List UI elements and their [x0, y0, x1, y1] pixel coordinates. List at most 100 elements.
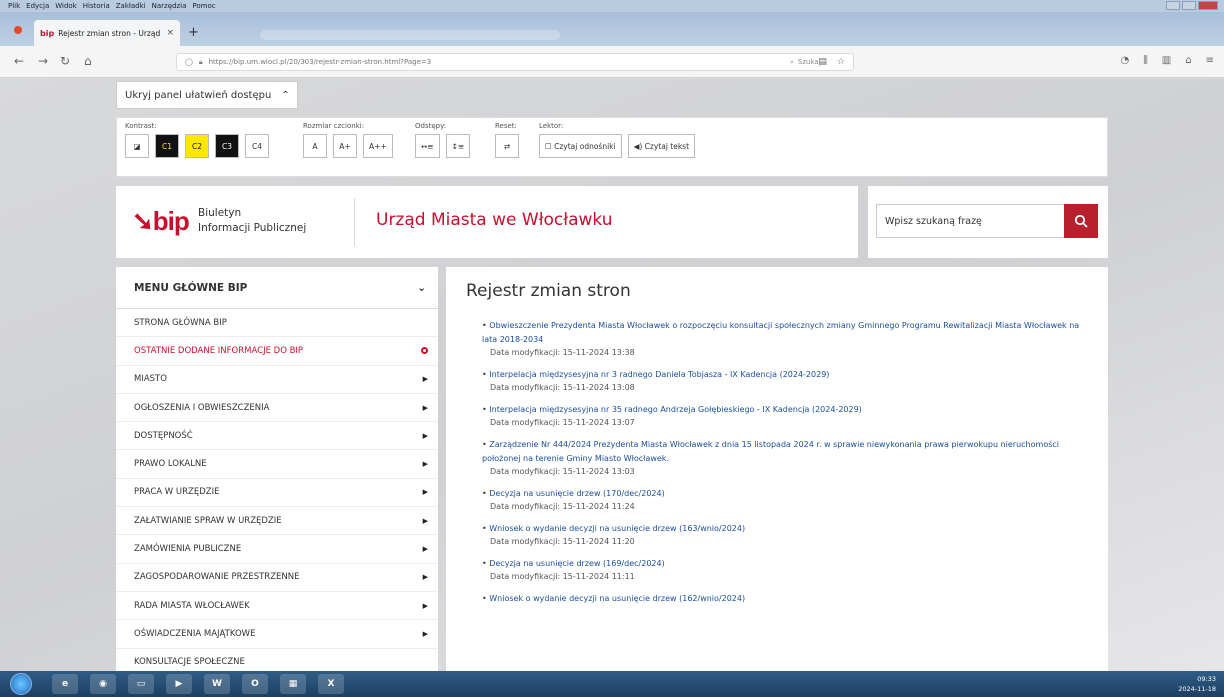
menu-item[interactable]: STRONA GŁÓWNA BIP [116, 309, 438, 338]
browser-menu-item[interactable]: Plik [8, 2, 20, 10]
speaker-icon: ◀) [633, 141, 645, 151]
menu-item-label: KONSULTACJE SPOŁECZNE [134, 657, 245, 668]
menu-item[interactable]: MIASTO ▶ [116, 366, 438, 394]
contrast-c2-button[interactable]: C2 [185, 134, 209, 158]
font-a-button[interactable]: A [303, 134, 327, 158]
chevron-right-icon: ▶ [422, 488, 428, 497]
main-content: Rejestr zmian stron Obwieszczenie Prezyd… [446, 267, 1108, 671]
menu-item[interactable]: KONSULTACJE SPOŁECZNE [116, 649, 438, 671]
firefox-icon[interactable] [14, 26, 22, 34]
minimize-button[interactable] [1166, 1, 1180, 10]
home-toolbar-icon[interactable]: ⌂ [1185, 55, 1191, 66]
entry-link[interactable]: Zarządzenie Nr 444/2024 Prezydenta Miast… [482, 438, 1092, 466]
tab-strip: bip Rejestr zmian stron - Urząd Mi... × … [0, 12, 1224, 46]
menu-heading[interactable]: MENU GŁÓWNE BIP ⌄ [116, 267, 438, 309]
ie-icon[interactable]: e [52, 674, 78, 694]
word-icon[interactable]: W [204, 674, 230, 694]
contrast-c1-button[interactable]: C1 [155, 134, 179, 158]
excel-icon[interactable]: X [318, 674, 344, 694]
menu-item[interactable]: PRAWO LOKALNE ▶ [116, 450, 438, 479]
contrast-c3-button[interactable]: C3 [215, 134, 239, 158]
changes-list: Obwieszczenie Prezydenta Miasta Włocławe… [482, 319, 1092, 615]
entry-link[interactable]: Interpelacja międzysesyjna nr 3 radnego … [482, 368, 1092, 382]
hamburger-menu-icon[interactable]: ≡ [1206, 55, 1214, 66]
menu-item[interactable]: OGŁOSZENIA I OBWIESZCZENIA ▶ [116, 394, 438, 423]
reset-icon[interactable]: ⇄ [495, 134, 519, 158]
menu-item[interactable]: ZAŁATWIANIE SPRAW W URZĘDZIE ▶ [116, 507, 438, 536]
browser-menu-item[interactable]: Historia [83, 2, 110, 10]
entry-link[interactable]: Wniosek o wydanie decyzji na usunięcie d… [482, 592, 1092, 606]
font-a-plus-button[interactable]: A+ [333, 134, 357, 158]
chevron-right-icon: ▶ [422, 403, 428, 412]
entry-modified-date: Data modyfikacji: 15-11-2024 13:08 [490, 383, 635, 392]
back-icon[interactable]: ← [14, 54, 24, 68]
entry-modified-date: Data modyfikacji: 15-11-2024 11:11 [490, 572, 635, 581]
system-tray: 09:33 2024-11-18 [1178, 674, 1216, 694]
list-item: Interpelacja międzysesyjna nr 3 radnego … [482, 368, 1092, 394]
chevron-right-icon: ▶ [422, 375, 428, 384]
calculator-icon[interactable]: ▦ [280, 674, 306, 694]
site-title[interactable]: Urząd Miasta we Włocławku [376, 210, 613, 230]
browser-menubar: Plik Edycja Widok Historia Zakładki Narzędzia… [0, 0, 1224, 12]
entry-link[interactable]: Decyzja na usunięcie drzew (169/dec/2024… [482, 557, 1092, 571]
new-tab-button[interactable]: + [188, 25, 199, 40]
menu-item-label: PRACA W URZĘDZIE [134, 487, 220, 498]
library-icon[interactable]: ⫼ [1143, 55, 1148, 66]
search-button[interactable] [1064, 204, 1098, 238]
browser-menu-item[interactable]: Edycja [26, 2, 49, 10]
address-bar[interactable]: ◯ 🔒︎ https://bip.um.wlocl.pl/20/303/reje… [176, 53, 854, 71]
entry-link[interactable]: Decyzja na usunięcie drzew (170/dec/2024… [482, 487, 1092, 501]
sidebar-icon[interactable]: ▥ [1162, 55, 1171, 66]
menu-item[interactable]: PRACA W URZĘDZIE ▶ [116, 479, 438, 508]
accessibility-toggle-label: Ukryj panel ułatwień dostępu [125, 89, 272, 101]
list-item: Wniosek o wydanie decyzji na usunięcie d… [482, 592, 1092, 606]
forward-icon[interactable]: → [38, 54, 48, 68]
read-text-button[interactable]: ◀) Czytaj tekst [627, 134, 696, 158]
menu-item[interactable]: DOSTĘPNOŚĆ ▶ [116, 422, 438, 451]
browser-menu-item[interactable]: Pomoc [192, 2, 215, 10]
menu-heading-label: MENU GŁÓWNE BIP [134, 281, 248, 294]
browser-menu-item[interactable]: Zakładki [116, 2, 146, 10]
home-icon[interactable]: ⌂ [84, 54, 92, 68]
search-input[interactable]: Wpisz szukaną frazę [876, 204, 1064, 238]
menu-item-label: DOSTĘPNOŚĆ [134, 430, 193, 441]
maximize-button[interactable] [1182, 1, 1196, 10]
browser-menu-item[interactable]: Widok [55, 2, 77, 10]
tab-close-icon[interactable]: × [166, 28, 174, 38]
header-divider [354, 198, 355, 246]
contrast-off-icon[interactable]: ◪ [125, 134, 149, 158]
reload-icon[interactable]: ↻ [60, 54, 70, 68]
entry-link[interactable]: Wniosek o wydanie decyzji na usunięcie d… [482, 522, 1092, 536]
contrast-c4-button[interactable]: C4 [245, 134, 269, 158]
search-icon: ⌕ [790, 57, 794, 66]
list-item: Decyzja na usunięcie drzew (169/dec/2024… [482, 557, 1092, 583]
browser-menu-item[interactable]: Narzędzia [152, 2, 187, 10]
menu-item[interactable]: ZAMÓWIENIA PUBLICZNE ▶ [116, 535, 438, 564]
font-a-plus-plus-button[interactable]: A++ [363, 134, 393, 158]
folder-icon[interactable]: ▭ [128, 674, 154, 694]
bip-logo[interactable]: ➘ bip [132, 206, 190, 237]
entry-link[interactable]: Obwieszczenie Prezydenta Miasta Włocławe… [482, 319, 1092, 347]
letter-spacing-icon[interactable]: ↔≡ [415, 134, 440, 158]
line-spacing-icon[interactable]: ↕≡ [445, 134, 471, 158]
page-title: Rejestr zmian stron [466, 281, 631, 301]
main-menu: MENU GŁÓWNE BIP ⌄ STRONA GŁÓWNA BIP OSTAT… [116, 267, 438, 671]
start-button[interactable] [10, 673, 32, 695]
accessibility-toggle-button[interactable]: Ukryj panel ułatwień dostępu ⌃ [116, 81, 298, 109]
menu-item-label: OGŁOSZENIA I OBWIESZCZENIA [134, 402, 270, 413]
menu-item[interactable]: RADA MIASTA WŁOCŁAWEK ▶ [116, 592, 438, 621]
read-links-button[interactable]: ☐ Czytaj odnośniki [539, 134, 622, 158]
outlook-icon[interactable]: O [242, 674, 268, 694]
menu-item[interactable]: ZAGOSPODAROWANIE PRZESTRZENNE ▶ [116, 564, 438, 592]
browser-search-field[interactable]: ⌕ Szukaj [784, 53, 856, 71]
browser-tab[interactable]: bip Rejestr zmian stron - Urząd Mi... × [34, 20, 180, 46]
menu-item[interactable]: OSTATNIE DODANE INFORMACJE DO BIP [116, 337, 438, 366]
contrast-group: Kontrast: ◪ C1 C2 C3 C4 [125, 122, 269, 158]
menu-item[interactable]: OŚWIADCZENIA MAJĄTKOWE ▶ [116, 620, 438, 649]
media-icon[interactable]: ▶ [166, 674, 192, 694]
entry-link[interactable]: Interpelacja międzysesyjna nr 35 radnego… [482, 403, 1092, 417]
bip-favicon-icon: bip [40, 28, 55, 38]
firefox-icon[interactable]: ◉ [90, 674, 116, 694]
close-window-button[interactable] [1198, 1, 1218, 10]
pocket-icon[interactable]: ◔ [1120, 55, 1129, 66]
